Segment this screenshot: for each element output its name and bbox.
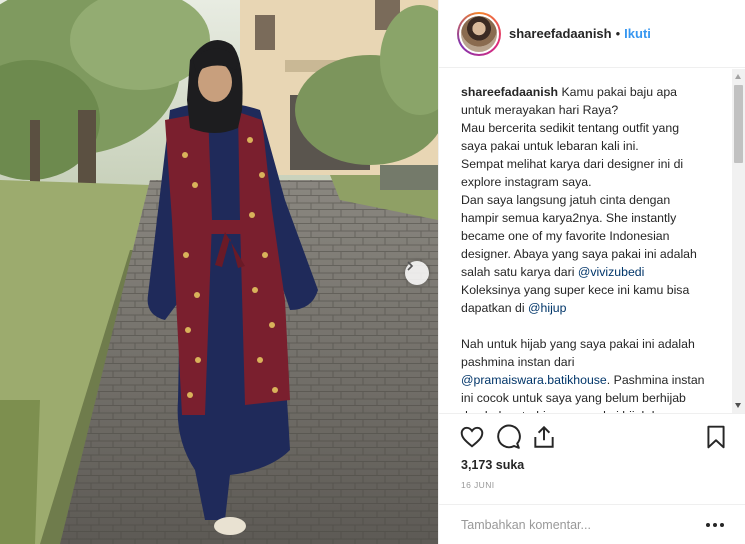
header-username[interactable]: shareefadaanish [509, 26, 612, 41]
like-button[interactable] [459, 424, 485, 450]
more-horizontal-icon[interactable] [702, 519, 728, 531]
post-panel: shareefadaanish • Ikuti shareefadaanish … [438, 0, 745, 544]
scroll-up-arrow[interactable] [735, 74, 741, 79]
post-photo[interactable] [0, 0, 438, 544]
share-button[interactable] [531, 424, 557, 450]
mention-vivizubedi[interactable]: @vivizubedi [578, 265, 644, 279]
mention-hijup[interactable]: @hijup [528, 301, 566, 315]
comment-input[interactable] [461, 517, 702, 532]
caption-body-a: Kamu pakai baju apa untuk merayakan hari… [461, 85, 697, 279]
instagram-post: shareefadaanish • Ikuti shareefadaanish … [0, 0, 745, 544]
action-bar: 3,173 suka 16 JUNI [439, 413, 745, 543]
caption-body-c: Nah untuk hijab yang saya pakai ini adal… [461, 337, 695, 369]
next-photo-button[interactable] [405, 261, 429, 285]
save-button[interactable] [703, 424, 729, 450]
like-count[interactable]: 3,173 suka [461, 458, 524, 472]
caption-text: shareefadaanish Kamu pakai baju apa untu… [461, 83, 725, 413]
post-header: shareefadaanish • Ikuti [439, 0, 745, 68]
comment-bar [439, 504, 745, 544]
caption-scrollbar[interactable] [732, 69, 745, 413]
photo-illustration [0, 0, 438, 544]
scroll-down-arrow[interactable] [735, 403, 741, 408]
separator-dot: • [615, 26, 621, 41]
caption: shareefadaanish Kamu pakai baju apa untu… [439, 69, 739, 413]
caption-body-b: Koleksinya yang super kece ini kamu bisa… [461, 283, 690, 315]
heart-icon [460, 426, 484, 448]
scroll-thumb[interactable] [734, 85, 743, 163]
share-icon [534, 425, 554, 448]
caption-username[interactable]: shareefadaanish [461, 85, 558, 99]
post-date[interactable]: 16 JUNI [461, 480, 495, 490]
chevron-right-icon [407, 261, 414, 271]
speech-bubble-icon [497, 424, 521, 449]
mention-pramaiswara[interactable]: @pramaiswara.batikhouse [461, 373, 607, 387]
comment-button[interactable] [495, 424, 521, 450]
avatar[interactable] [457, 11, 501, 56]
follow-button[interactable]: Ikuti [624, 26, 651, 41]
bookmark-icon [707, 425, 725, 449]
